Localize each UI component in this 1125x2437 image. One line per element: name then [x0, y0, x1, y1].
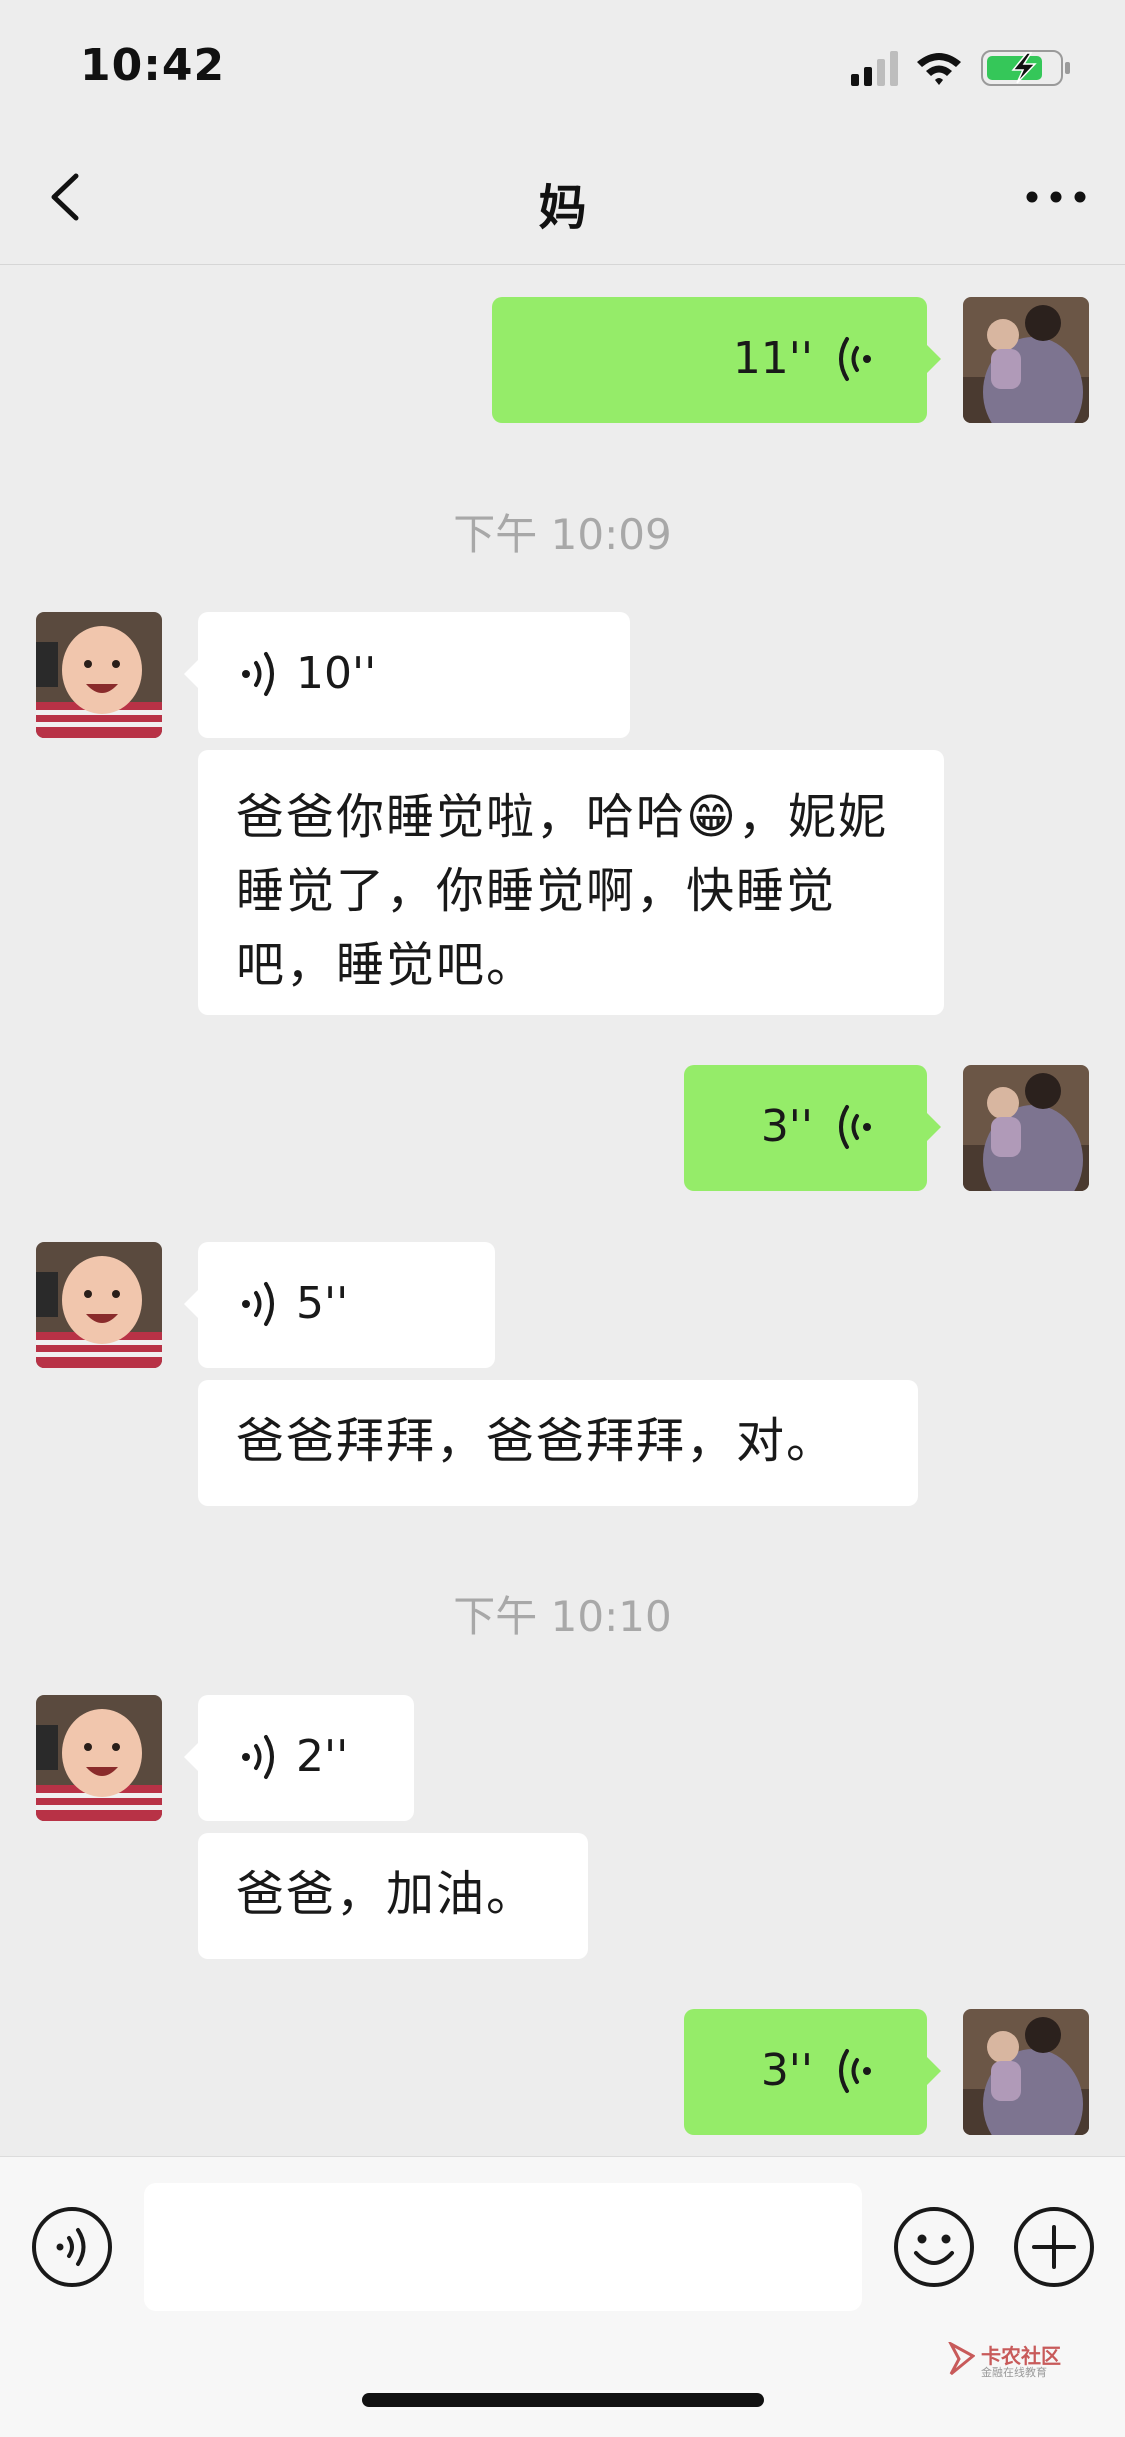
message-text: 爸爸拜拜，爸爸拜拜，对。	[236, 1413, 837, 1469]
chat-message-list[interactable]: 11'' 下午 10:09 10'' 爸爸你睡觉啦，哈哈😁，妮妮睡觉了，你睡觉啊…	[0, 265, 1125, 2155]
contact-avatar[interactable]	[36, 612, 162, 738]
watermark-subtitle: 金融在线教育	[981, 2366, 1047, 2379]
avatar-photo-icon	[963, 1065, 1089, 1191]
bubble-tail	[184, 1743, 198, 1771]
watermark-logo-icon	[948, 2342, 975, 2376]
avatar-photo-icon	[963, 2009, 1089, 2135]
avatar-photo-icon	[36, 1695, 162, 1821]
avatar-photo-icon	[963, 297, 1089, 423]
more-dots-icon	[1026, 191, 1086, 203]
voice-input-icon	[32, 2207, 112, 2287]
voice-wave-icon	[242, 1282, 274, 1326]
voice-input-button[interactable]	[30, 2205, 114, 2289]
my-avatar[interactable]	[963, 1065, 1089, 1191]
my-avatar[interactable]	[963, 297, 1089, 423]
voice-duration: 3''	[760, 2045, 813, 2096]
incoming-voice-message[interactable]: 5''	[184, 1242, 495, 1368]
home-indicator[interactable]	[362, 2393, 764, 2407]
voice-wave-icon	[242, 652, 274, 696]
bubble-tail	[927, 2057, 941, 2085]
outgoing-voice-message[interactable]: 3''	[684, 1065, 941, 1191]
message-text: 爸爸，加油。	[236, 1866, 537, 1922]
message-input[interactable]	[144, 2183, 862, 2311]
incoming-voice-message[interactable]: 2''	[184, 1695, 414, 1821]
incoming-text-message[interactable]: 爸爸拜拜，爸爸拜拜，对。	[198, 1380, 918, 1506]
emoji-button[interactable]	[892, 2205, 976, 2289]
status-bar: 10:42	[0, 0, 1125, 132]
voice-wave-icon	[839, 2049, 871, 2093]
timestamp-label: 下午 10:10	[453, 1592, 672, 1641]
status-icons	[851, 48, 1081, 88]
avatar-photo-icon	[36, 612, 162, 738]
voice-wave-icon	[839, 337, 871, 381]
plus-icon	[1014, 2207, 1094, 2287]
outgoing-voice-message[interactable]: 11''	[492, 297, 941, 423]
timestamp-label: 下午 10:09	[453, 510, 672, 559]
incoming-voice-message[interactable]: 10''	[184, 612, 630, 738]
contact-avatar[interactable]	[36, 1242, 162, 1368]
voice-duration: 10''	[296, 648, 377, 699]
message-text: 爸爸你睡觉啦，哈哈😁，妮妮睡觉了，你睡觉啊，快睡觉吧，睡觉吧。	[236, 789, 889, 993]
outgoing-voice-message[interactable]: 3''	[684, 2009, 941, 2135]
more-button[interactable]	[1021, 172, 1091, 222]
bubble-tail	[184, 660, 198, 688]
nav-bar: 妈	[0, 132, 1125, 265]
more-functions-button[interactable]	[1012, 2205, 1096, 2289]
battery-charging-icon	[981, 50, 1070, 86]
cellular-signal-icon	[851, 51, 898, 86]
voice-duration: 11''	[732, 333, 813, 384]
incoming-text-message[interactable]: 爸爸你睡觉啦，哈哈😁，妮妮睡觉了，你睡觉啊，快睡觉吧，睡觉吧。	[198, 750, 944, 1015]
avatar-photo-icon	[36, 1242, 162, 1368]
contact-avatar[interactable]	[36, 1695, 162, 1821]
watermark: 卡农社区 金融在线教育	[945, 2340, 1075, 2380]
voice-duration: 5''	[296, 1278, 349, 1329]
emoji-icon	[894, 2207, 974, 2287]
my-avatar[interactable]	[963, 2009, 1089, 2135]
wifi-icon	[917, 53, 961, 85]
voice-wave-icon	[242, 1735, 274, 1779]
bubble-tail	[927, 345, 941, 373]
bubble-tail	[927, 1113, 941, 1141]
chat-title: 妈	[538, 180, 587, 236]
status-time: 10:42	[80, 40, 226, 91]
voice-duration: 3''	[760, 1101, 813, 1152]
bubble-tail	[184, 1290, 198, 1318]
voice-duration: 2''	[296, 1731, 349, 1782]
incoming-text-message[interactable]: 爸爸，加油。	[198, 1833, 588, 1959]
signal-wifi-battery-icons	[851, 50, 1070, 86]
voice-wave-icon	[839, 1105, 871, 1149]
